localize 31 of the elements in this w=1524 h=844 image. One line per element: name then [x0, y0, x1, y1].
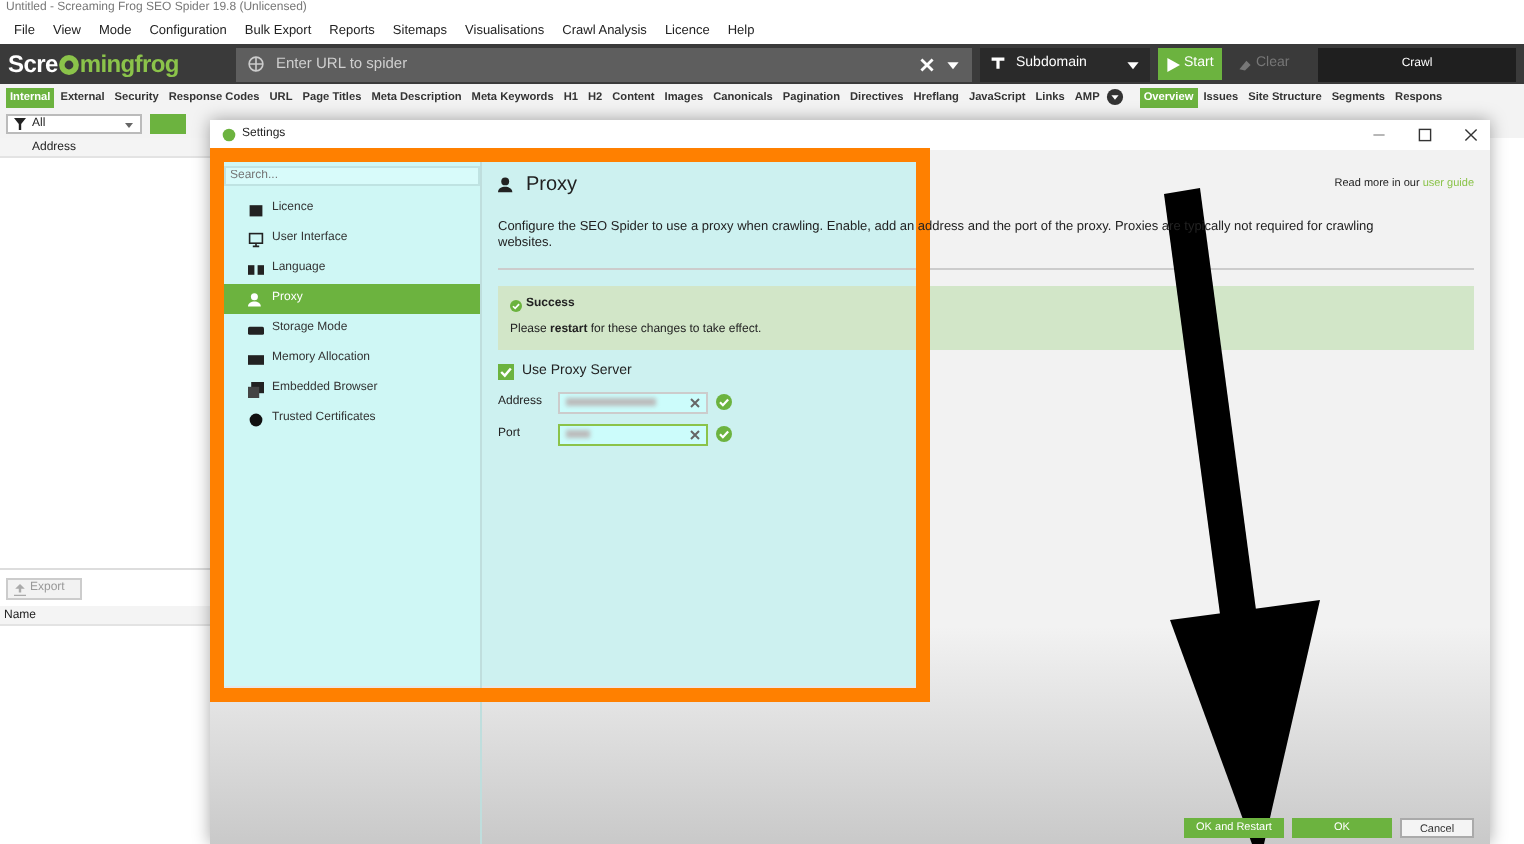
valid-check-icon [716, 426, 732, 442]
clear-icon [690, 397, 700, 407]
close-icon [920, 57, 934, 71]
user-icon [498, 176, 516, 194]
clear-icon [690, 429, 700, 439]
maximize-icon [1418, 128, 1432, 142]
logo: Scre mingfrog [8, 48, 181, 82]
caret-icon [946, 57, 960, 71]
browser-icon [248, 381, 264, 397]
caret-icon [124, 119, 134, 129]
globe-icon [248, 56, 264, 72]
section-heading: Proxy [526, 172, 580, 200]
valid-check-icon [716, 394, 732, 410]
list-view-button[interactable] [150, 114, 186, 134]
app-icon [222, 128, 236, 142]
caret-icon [1126, 57, 1140, 71]
blurred-value [566, 430, 590, 438]
check-circle-icon [510, 299, 522, 311]
play-icon [1166, 57, 1180, 71]
user-icon [248, 291, 264, 307]
upload-icon [14, 583, 26, 595]
input-field[interactable] [558, 391, 708, 413]
eraser-icon [1238, 57, 1252, 71]
minimize-icon [1372, 128, 1386, 142]
close-icon [1464, 128, 1478, 142]
blurred-value [566, 398, 656, 406]
monitor-icon [248, 231, 264, 247]
input-field[interactable] [558, 423, 708, 445]
filter-icon [14, 118, 26, 130]
checkbox[interactable] [498, 364, 514, 381]
certificate-icon [248, 411, 264, 427]
